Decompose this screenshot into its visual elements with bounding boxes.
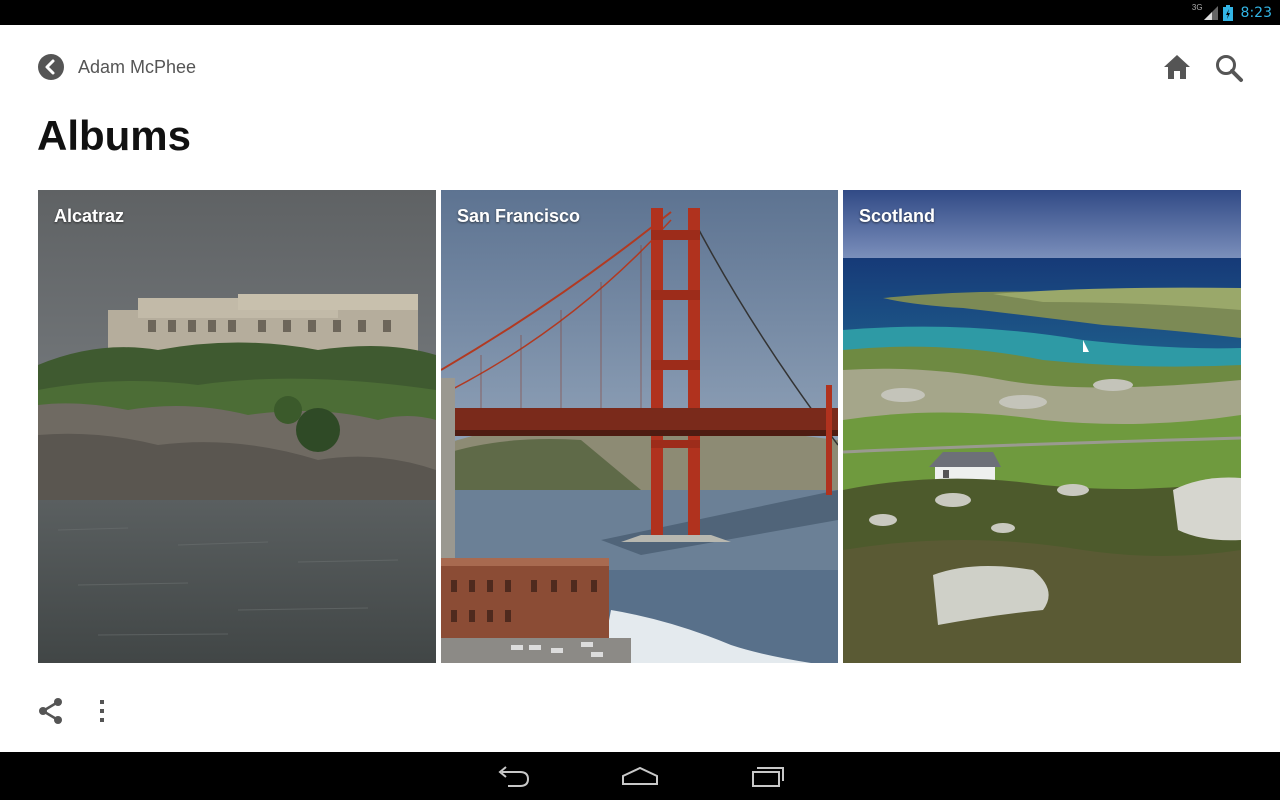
- search-button[interactable]: [1214, 53, 1244, 83]
- album-cover-alcatraz: [38, 190, 436, 663]
- status-icons: 3G 8:23: [1192, 2, 1272, 23]
- back-button[interactable]: [38, 54, 64, 80]
- nav-back-icon: [498, 766, 530, 787]
- status-time: 8:23: [1240, 4, 1272, 21]
- nav-home-icon: [622, 766, 658, 785]
- back-arrow-icon: [38, 54, 64, 80]
- album-title: San Francisco: [457, 206, 581, 226]
- owner-name[interactable]: Adam McPhee: [78, 56, 196, 78]
- nav-back-button[interactable]: [490, 760, 534, 792]
- nav-recents-icon: [752, 767, 784, 787]
- album-cover-san-francisco: [441, 190, 838, 663]
- network-type: 3G: [1191, 3, 1203, 12]
- home-icon: [1164, 55, 1190, 79]
- overflow-menu-button[interactable]: [90, 697, 114, 725]
- navigation-bar: [0, 752, 1280, 800]
- page-title: Albums: [37, 112, 192, 159]
- home-button[interactable]: [1163, 53, 1191, 81]
- search-icon: [1216, 55, 1243, 82]
- album-tile-san-francisco[interactable]: San Francisco: [441, 190, 838, 663]
- album-title: Alcatraz: [54, 206, 125, 226]
- nav-home-button[interactable]: [618, 760, 662, 792]
- overflow-menu-icon: [100, 700, 104, 722]
- share-icon: [39, 698, 62, 724]
- nav-recents-button[interactable]: [746, 760, 790, 792]
- battery-icon: [1222, 4, 1233, 21]
- signal-icon: [1203, 5, 1218, 20]
- album-cover-scotland: [843, 190, 1241, 663]
- status-bar: 3G 8:23: [0, 0, 1280, 25]
- album-tile-scotland[interactable]: Scotland: [843, 190, 1241, 663]
- share-button[interactable]: [37, 697, 65, 725]
- album-tile-alcatraz[interactable]: Alcatraz: [38, 190, 436, 663]
- album-title: Scotland: [859, 206, 936, 226]
